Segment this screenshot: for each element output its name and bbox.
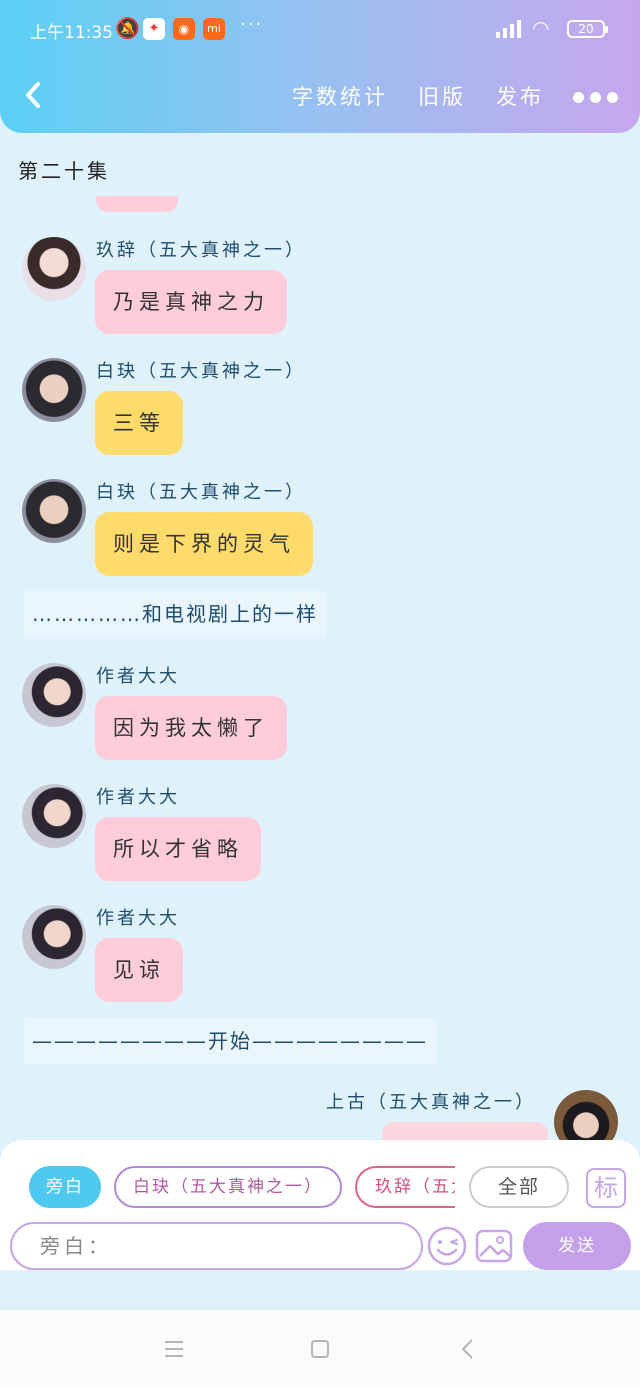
input-panel: 旁白 白玦（五大真神之一） 玖辞（五大 全部 标 旁白： 发送 <box>0 1140 640 1270</box>
role-chip-baijue[interactable]: 白玦（五大真神之一） <box>114 1166 342 1208</box>
back-nav-icon[interactable] <box>460 1338 474 1360</box>
app-icon-1: ✦ <box>143 18 165 40</box>
role-chip-jiuci[interactable]: 玖辞（五大 <box>355 1166 455 1208</box>
send-button[interactable]: 发送 <box>523 1222 631 1270</box>
sender-name: 作者大大 <box>96 787 180 808</box>
signal-icon <box>496 20 521 38</box>
message-bubble[interactable]: 所以才省略 <box>95 817 261 881</box>
partial-bubble <box>96 196 178 212</box>
app-icon-2: ◉ <box>173 18 195 40</box>
avatar[interactable] <box>22 479 86 543</box>
avatar[interactable] <box>22 905 86 969</box>
chapter-title: 第二十集 <box>18 159 110 183</box>
message-bubble[interactable]: 因为我太懒了 <box>95 696 287 760</box>
role-chip-narrator[interactable]: 旁白 <box>29 1166 101 1208</box>
publish-button[interactable]: 发布 <box>496 81 544 111</box>
more-notifications-icon: ··· <box>240 14 264 35</box>
emoji-icon[interactable] <box>427 1226 467 1266</box>
home-icon[interactable] <box>310 1339 330 1359</box>
old-version-button[interactable]: 旧版 <box>418 81 466 111</box>
sender-name: 上古（五大真神之一） <box>326 1092 536 1113</box>
sender-name: 作者大大 <box>96 908 180 929</box>
message-bubble[interactable]: 见谅 <box>95 938 183 1002</box>
avatar[interactable] <box>22 237 86 301</box>
message-input[interactable]: 旁白： <box>10 1222 423 1270</box>
all-roles-button[interactable]: 全部 <box>469 1166 569 1208</box>
more-menu-icon[interactable] <box>573 88 624 107</box>
sender-name: 白玦（五大真神之一） <box>96 482 306 503</box>
status-bar: 上午11:35 🔕 ✦ ◉ mi ··· ◠ 20 <box>0 14 640 44</box>
sender-name: 白玦（五大真神之一） <box>96 361 306 382</box>
mi-icon: mi <box>203 18 225 40</box>
narration-text[interactable]: ————————开始———————— <box>24 1018 436 1064</box>
sender-name: 作者大大 <box>96 666 180 687</box>
image-icon[interactable] <box>474 1226 514 1266</box>
message-bubble[interactable]: 乃是真神之力 <box>95 270 287 334</box>
bottom-spacer <box>0 1270 640 1310</box>
mark-button[interactable]: 标 <box>586 1168 626 1208</box>
bell-off-icon: 🔕 <box>115 16 140 40</box>
avatar[interactable] <box>22 663 86 727</box>
sender-name: 玖辞（五大真神之一） <box>96 240 306 261</box>
menu-icon[interactable] <box>164 1340 184 1358</box>
avatar[interactable] <box>22 358 86 422</box>
top-header: 上午11:35 🔕 ✦ ◉ mi ··· ◠ 20 字数统计 旧版 发布 <box>0 0 640 133</box>
battery-icon: 20 <box>567 20 608 38</box>
back-arrow-icon[interactable] <box>22 80 44 110</box>
message-bubble[interactable]: 则是下界的灵气 <box>95 512 313 576</box>
message-bubble[interactable]: 三等 <box>95 391 183 455</box>
status-time: 上午11:35 <box>30 23 113 43</box>
narration-text[interactable]: ……………和电视剧上的一样 <box>24 591 326 637</box>
avatar[interactable] <box>22 784 86 848</box>
wifi-icon: ◠ <box>532 16 550 40</box>
system-nav-bar <box>0 1310 640 1387</box>
word-count-button[interactable]: 字数统计 <box>292 81 388 111</box>
